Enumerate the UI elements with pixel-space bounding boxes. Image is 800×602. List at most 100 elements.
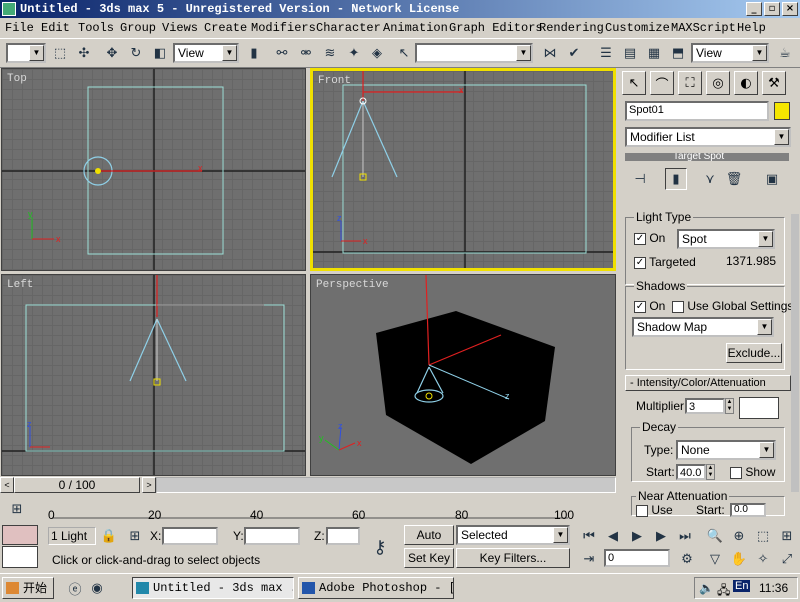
exclude-button[interactable]: Exclude...	[726, 343, 782, 363]
named-selection-dropdown[interactable]: ▼	[415, 43, 533, 63]
menu-group[interactable]: Group	[120, 21, 156, 35]
menu-animation[interactable]: Animation	[383, 21, 448, 35]
taskbar-item-3dsmax[interactable]: Untitled - 3ds max ...	[132, 577, 294, 599]
targeted-checkbox[interactable]: ✓ Targeted	[634, 255, 696, 269]
auto-key-button[interactable]: Auto Key	[404, 525, 454, 560]
maximize-viewport-icon[interactable]: ⤢	[776, 548, 798, 570]
zoom-extents-all-icon[interactable]: ⊞	[776, 525, 798, 547]
near-use-checkbox[interactable]: Use	[636, 503, 673, 517]
angle-snap-icon[interactable]: ◈	[366, 42, 388, 64]
ie-quicklaunch-icon[interactable]: ⓔ	[64, 577, 86, 599]
menu-tools[interactable]: Tools	[78, 21, 114, 35]
select-scale-icon[interactable]: ◧	[149, 42, 171, 64]
media-quicklaunch-icon[interactable]: ◉	[86, 577, 108, 599]
menu-rendering[interactable]: Rendering	[539, 21, 604, 35]
modify-tab-icon[interactable]: ⌒	[650, 71, 674, 95]
track-view-icon[interactable]: ☰	[595, 42, 617, 64]
zoom-all-icon[interactable]: ⊕	[728, 525, 750, 547]
create-tab-icon[interactable]: ↖	[622, 71, 646, 95]
time-slider-track[interactable]	[156, 477, 616, 493]
start-button[interactable]: 开始	[2, 577, 54, 599]
render-scene-icon[interactable]: ⬒	[667, 42, 689, 64]
schematic-view-icon[interactable]: ▤	[619, 42, 641, 64]
make-unique-icon[interactable]: ⋎	[699, 168, 721, 190]
multiplier-spinner[interactable]: ▲ ▼	[725, 398, 734, 414]
menu-maxscript[interactable]: MAXScript	[671, 21, 736, 35]
menu-help[interactable]: Help	[737, 21, 766, 35]
utilities-tab-icon[interactable]: ⚒	[762, 71, 786, 95]
menu-modifiers[interactable]: Modifiers	[251, 21, 316, 35]
multiplier-field[interactable]: 3	[685, 398, 725, 414]
menu-create[interactable]: Create	[204, 21, 247, 35]
viewport-top[interactable]: Top x x y	[1, 68, 306, 271]
maxscript-listener-box[interactable]	[2, 525, 38, 545]
render-type-dropdown[interactable]: View ▼	[691, 43, 769, 63]
mini-curve-editor-icon[interactable]: ⊞	[6, 498, 28, 520]
material-editor-icon[interactable]: ▦	[643, 42, 665, 64]
z-coord-field[interactable]	[326, 527, 360, 545]
menu-graph-editors[interactable]: Graph Editors	[449, 21, 543, 35]
light-color-swatch[interactable]	[739, 397, 779, 419]
shadow-type-dropdown[interactable]: Shadow Map ▼	[632, 317, 774, 337]
prev-frame-icon[interactable]: ◀	[602, 525, 624, 547]
modifier-stack-item[interactable]: Target Spot	[625, 153, 789, 161]
unlink-icon[interactable]: ⚮	[295, 42, 317, 64]
select-by-name-icon[interactable]: ✣	[73, 42, 95, 64]
menu-file[interactable]: File	[5, 21, 34, 35]
y-coord-field[interactable]	[244, 527, 300, 545]
x-coord-field[interactable]	[162, 527, 218, 545]
play-icon[interactable]: ▶	[626, 525, 648, 547]
select-move-icon[interactable]: ✥	[101, 42, 123, 64]
time-config-icon[interactable]: ⚙	[676, 548, 698, 570]
lock-selection-icon[interactable]: 🔒	[98, 525, 120, 547]
zoom-icon[interactable]: 🔍	[704, 525, 726, 547]
viewport-left[interactable]: Left z	[1, 274, 306, 476]
time-next-button[interactable]: >	[142, 477, 156, 493]
arc-rotate-icon[interactable]: ✧	[752, 548, 774, 570]
display-tab-icon[interactable]: ◐	[734, 71, 758, 95]
hierarchy-tab-icon[interactable]: ⛶	[678, 71, 702, 95]
viewport-label-front[interactable]: Front	[318, 75, 351, 87]
pivot-center-icon[interactable]: ▮	[243, 42, 265, 64]
key-set-dropdown[interactable]: Selected ▼	[456, 525, 570, 545]
use-global-check[interactable]	[672, 300, 684, 313]
minimize-button[interactable]: _	[746, 2, 762, 16]
menu-character[interactable]: Character	[316, 21, 381, 35]
snap-icon[interactable]: ✦	[343, 42, 365, 64]
select-object-icon[interactable]: ⬚	[49, 42, 71, 64]
field-of-view-icon[interactable]: ▽	[704, 548, 726, 570]
quick-render-icon[interactable]: ☕	[774, 42, 796, 64]
viewport-label-left[interactable]: Left	[7, 279, 33, 291]
track-bar[interactable]: ⊞ 0 20 40 60 80 100	[0, 496, 600, 523]
set-key-icon[interactable]: ⚷	[366, 536, 394, 558]
configure-sets-icon[interactable]: ▣	[761, 168, 783, 190]
motion-tab-icon[interactable]: ◎	[706, 71, 730, 95]
pin-stack-icon[interactable]: ⊣	[629, 168, 651, 190]
remove-modifier-icon[interactable]: 🗑	[723, 168, 745, 190]
viewport-perspective[interactable]: Perspective z z x y	[310, 274, 616, 476]
shadows-on-checkbox[interactable]: ✓ On	[634, 299, 665, 313]
object-name-field[interactable]: Spot01	[625, 101, 769, 121]
absolute-mode-icon[interactable]: ⊞	[124, 525, 146, 547]
time-prev-button[interactable]: <	[0, 477, 14, 493]
goto-start-icon[interactable]: ⏮	[578, 525, 600, 547]
key-mode-icon[interactable]: ⇥	[578, 548, 600, 570]
show-end-result-icon[interactable]: ▮	[665, 168, 687, 190]
shadows-on-check[interactable]: ✓	[634, 300, 646, 313]
goto-end-icon[interactable]: ⏭	[674, 525, 696, 547]
use-global-checkbox[interactable]: Use Global Settings	[672, 299, 793, 313]
set-key-button[interactable]: Set Key	[404, 548, 454, 568]
input-language-indicator[interactable]: En	[733, 580, 751, 592]
light-type-dropdown[interactable]: Spot ▼	[677, 229, 775, 249]
viewport-label-perspective[interactable]: Perspective	[316, 279, 389, 291]
menu-customize[interactable]: Customize	[605, 21, 670, 35]
mirror-icon[interactable]: ⋈	[539, 42, 561, 64]
next-frame-icon[interactable]: ▶	[650, 525, 672, 547]
maximize-button[interactable]: ▫	[764, 2, 780, 16]
select-and-link-icon[interactable]: ⚯	[271, 42, 293, 64]
menu-views[interactable]: Views	[162, 21, 198, 35]
zoom-extents-icon[interactable]: ⬚	[752, 525, 774, 547]
object-color-swatch[interactable]	[774, 102, 790, 120]
time-slider-thumb[interactable]: 0 / 100	[14, 477, 140, 493]
viewport-label-top[interactable]: Top	[7, 73, 27, 85]
